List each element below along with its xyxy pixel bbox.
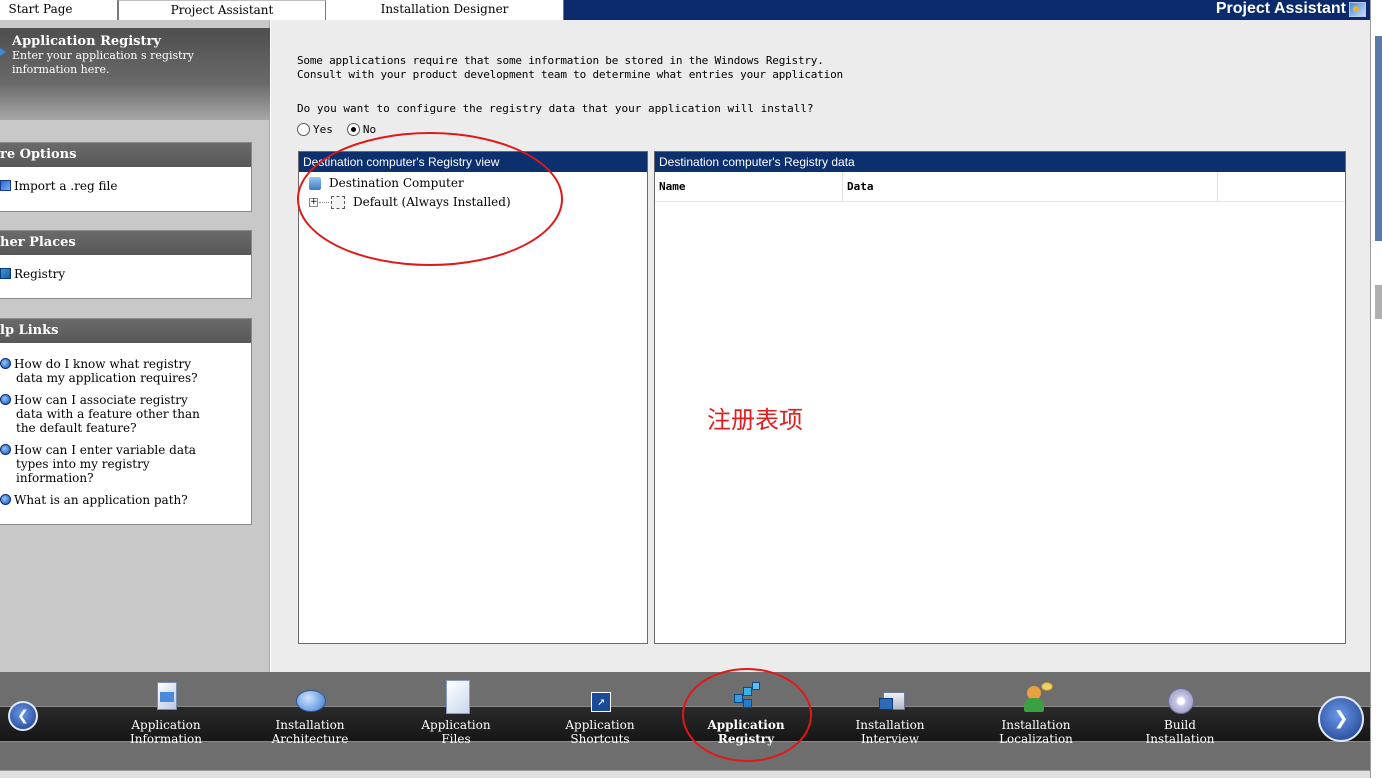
help-link[interactable]: How do I know what registry data my appl… xyxy=(0,357,251,385)
column-name[interactable]: Name xyxy=(655,172,843,201)
nav-label: Build Installation xyxy=(1145,718,1215,746)
group-header: lp Links xyxy=(0,319,251,343)
help-link-text: How can I enter variable data xyxy=(14,443,196,457)
help-link-text: data my application requires? xyxy=(16,371,198,385)
tab-bar: Start Page Project Assistant Installatio… xyxy=(0,0,1370,20)
group-header: her Places xyxy=(0,231,251,255)
import-reg-icon xyxy=(0,180,11,191)
yes-radio[interactable] xyxy=(297,123,310,136)
registry-data-pane: Destination computer's Registry data Nam… xyxy=(654,151,1346,644)
nav-label: Application Shortcuts xyxy=(565,718,635,746)
intro-line: Some applications require that some info… xyxy=(297,54,824,67)
intro-text: Some applications require that some info… xyxy=(297,54,843,82)
tab-start-page[interactable]: Start Page xyxy=(0,0,118,20)
installation-interview-icon xyxy=(875,682,905,712)
registry-data-columns: Name Data xyxy=(655,172,1345,202)
tab-label: Project Assistant xyxy=(170,3,274,17)
yes-label: Yes xyxy=(313,123,333,136)
installation-architecture-icon xyxy=(295,682,326,712)
back-button[interactable]: ❮ xyxy=(8,701,38,731)
task-pane-description: Enter your application s registry xyxy=(12,49,195,62)
column-data[interactable]: Data xyxy=(843,172,1218,201)
nav-installation-interview[interactable]: Installation Interview xyxy=(830,682,950,746)
back-arrow-icon: ❮ xyxy=(17,708,29,724)
window-edge xyxy=(1370,0,1382,778)
help-links-group: lp Links How do I know what registry dat… xyxy=(0,318,252,525)
task-pane-header: Application Registry Enter your applicat… xyxy=(0,28,270,120)
help-link[interactable]: What is an application path? xyxy=(0,493,251,507)
help-icon xyxy=(0,494,11,505)
application-information-icon xyxy=(151,682,181,712)
help-icon xyxy=(0,394,11,405)
help-link-text: information? xyxy=(16,471,94,485)
no-radio[interactable] xyxy=(346,123,360,136)
annotation-circle-registry xyxy=(682,668,812,762)
column-extra[interactable] xyxy=(1218,172,1345,201)
next-button[interactable]: ❯ xyxy=(1318,696,1364,742)
annotation-circle-tree xyxy=(297,132,563,266)
nav-label: Application Files xyxy=(421,718,491,746)
help-link-text: the default feature? xyxy=(16,421,137,435)
left-task-pane: Application Registry Enter your applicat… xyxy=(0,20,270,672)
edge-scroll-indicator xyxy=(1375,285,1382,319)
tab-project-assistant[interactable]: Project Assistant xyxy=(118,0,326,20)
build-installation-icon xyxy=(1165,682,1195,714)
next-arrow-icon: ❯ xyxy=(1333,708,1349,729)
tab-label: Installation Designer xyxy=(380,2,509,16)
nav-build-installation[interactable]: Build Installation xyxy=(1120,682,1240,746)
help-link[interactable]: How can I associate registry data with a… xyxy=(0,393,251,435)
pane-header: Destination computer's Registry data xyxy=(655,152,1345,172)
task-pane-description: information here. xyxy=(12,63,110,76)
tab-installation-designer[interactable]: Installation Designer xyxy=(326,0,564,20)
nav-application-shortcuts[interactable]: ↗ Application Shortcuts xyxy=(540,682,660,746)
group-header: re Options xyxy=(0,143,251,167)
main-content: Some applications require that some info… xyxy=(271,20,1370,672)
configure-options: Yes No xyxy=(297,123,376,136)
help-link[interactable]: How can I enter variable data types into… xyxy=(0,443,251,485)
registry-link[interactable]: Registry xyxy=(0,267,251,281)
nav-label: Installation Interview xyxy=(855,718,925,746)
help-link-text: data with a feature other than xyxy=(16,407,200,421)
help-icon xyxy=(0,444,11,455)
link-label: Registry xyxy=(14,267,66,281)
help-link-text: types into my registry xyxy=(16,457,150,471)
application-files-icon xyxy=(441,680,471,714)
nav-application-information[interactable]: Application Information xyxy=(106,682,226,746)
navigation-bar: ❮ ❯ Application Information Installation A… xyxy=(0,668,1370,778)
nav-label: Installation Localization xyxy=(999,718,1073,746)
task-pane-title: Application Registry xyxy=(12,34,161,49)
application-shortcuts-icon: ↗ xyxy=(585,682,615,712)
header-arrow-icon xyxy=(0,48,6,56)
configure-question: Do you want to configure the registry da… xyxy=(297,102,814,115)
help-link-text: What is an application path? xyxy=(14,493,188,507)
help-link-text: How do I know what registry xyxy=(14,357,192,371)
registry-icon xyxy=(0,268,11,279)
nav-installation-localization[interactable]: Installation Localization xyxy=(976,682,1096,746)
intro-line: Consult with your product development te… xyxy=(297,68,843,81)
help-icon xyxy=(0,358,11,369)
help-link-text: How can I associate registry xyxy=(14,393,188,407)
other-places-group: her Places Registry xyxy=(0,230,252,299)
edge-scroll-indicator xyxy=(1375,36,1382,241)
brand-title: Project Assistant xyxy=(1215,0,1346,17)
status-strip xyxy=(0,770,1370,778)
annotation-text: 注册表项 xyxy=(707,406,803,434)
tab-label: Start Page xyxy=(8,2,73,16)
nav-application-files[interactable]: Application Files xyxy=(396,680,516,746)
project-assistant-icon xyxy=(1349,2,1366,17)
link-label: Import a .reg file xyxy=(14,179,118,193)
nav-installation-architecture[interactable]: Installation Architecture xyxy=(250,682,370,746)
nav-label: Installation Architecture xyxy=(271,718,349,746)
more-options-group: re Options Import a .reg file xyxy=(0,142,252,212)
installation-localization-icon xyxy=(1021,682,1053,712)
import-reg-link[interactable]: Import a .reg file xyxy=(0,179,251,193)
nav-label: Application Information xyxy=(129,718,203,746)
no-label: No xyxy=(362,123,377,136)
